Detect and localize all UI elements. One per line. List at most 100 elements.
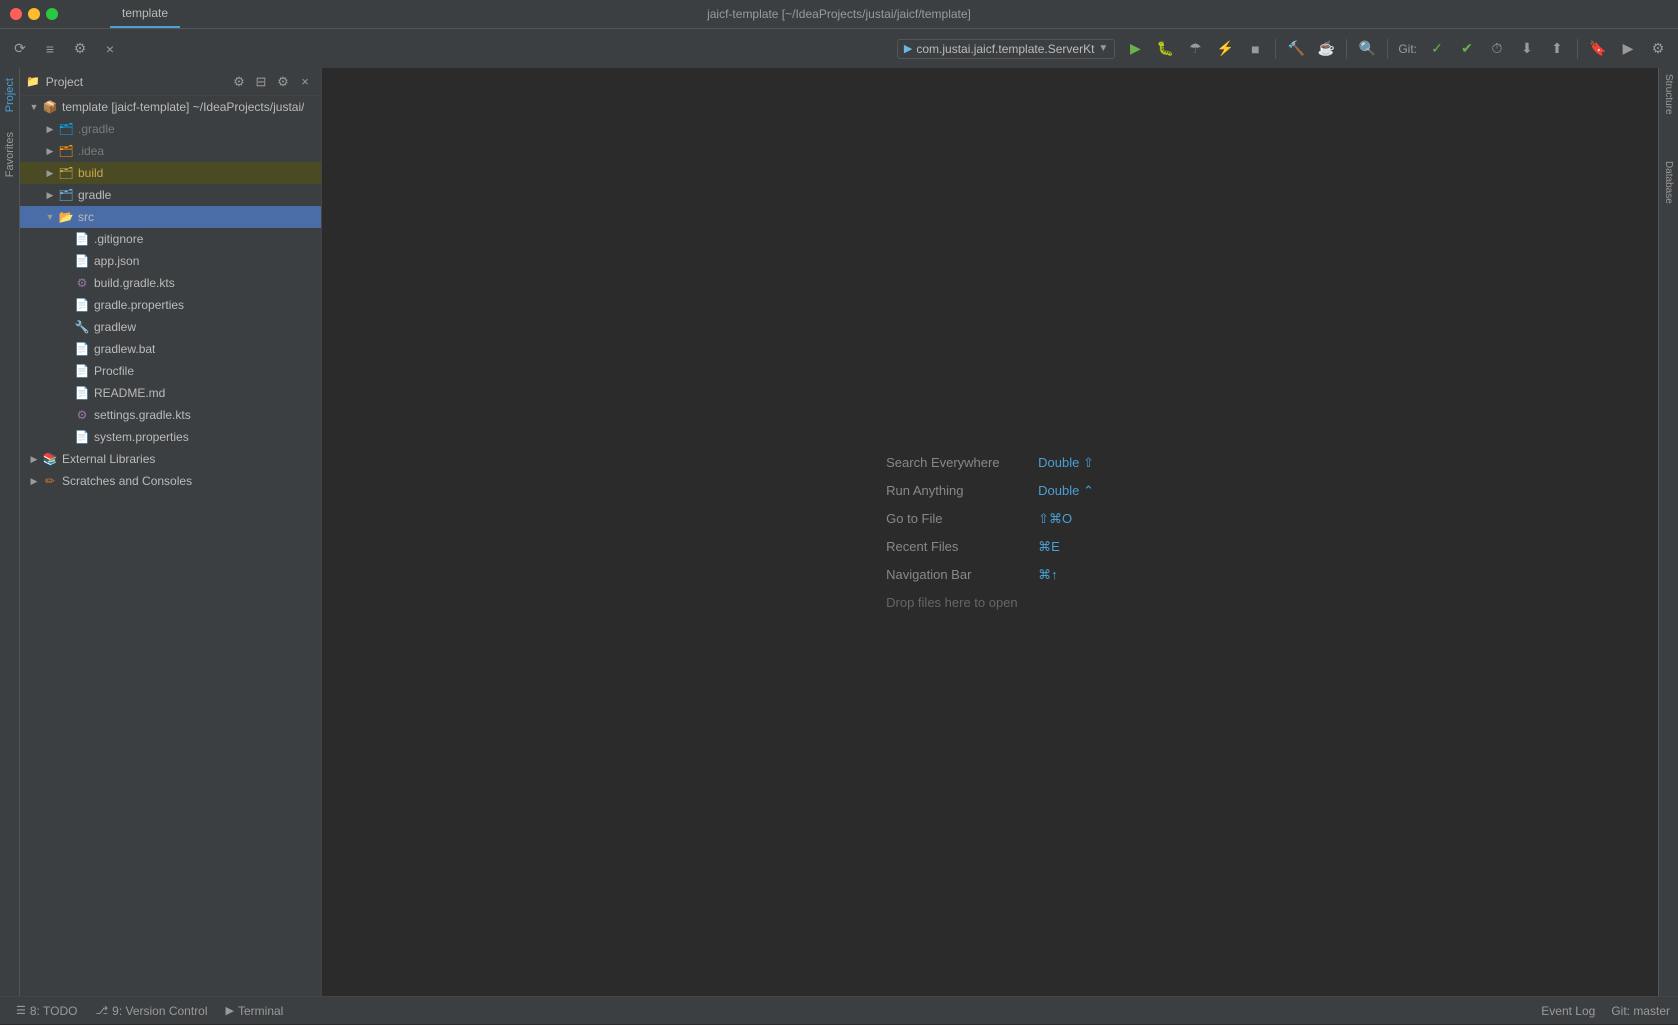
ext-libs-icon: 📚: [42, 451, 58, 467]
gradlew-icon: 🔧: [74, 319, 90, 335]
tree-idea[interactable]: ▶ 🗂 .idea: [20, 140, 321, 162]
tree-gradle-props[interactable]: 📄 gradle.properties: [20, 294, 321, 316]
tree-readme[interactable]: 📄 README.md: [20, 382, 321, 404]
search-everywhere-btn[interactable]: 🔍: [1353, 35, 1381, 63]
terminal-icon: ▶: [226, 1004, 234, 1017]
tree-build-gradle[interactable]: ⚙ build.gradle.kts: [20, 272, 321, 294]
run-config-selector[interactable]: ▶ com.justai.jaicf.template.ServerKt ▼: [897, 39, 1115, 59]
todo-icon: ☰: [16, 1004, 26, 1017]
run-config-label: com.justai.jaicf.template.ServerKt: [916, 42, 1094, 56]
git-update[interactable]: ⬇: [1513, 35, 1541, 63]
tree-system-props[interactable]: 📄 system.properties: [20, 426, 321, 448]
git-status-label[interactable]: Git: master: [1611, 1004, 1670, 1018]
stop-button[interactable]: ■: [1241, 35, 1269, 63]
settings-icon[interactable]: ⚙: [66, 35, 94, 63]
git-history[interactable]: ⏱: [1483, 35, 1511, 63]
bottom-tab-todo[interactable]: ☰ 8: TODO: [8, 997, 85, 1025]
sidebar-tab-project[interactable]: Project: [2, 68, 18, 122]
editor-area: Search Everywhere Double ⇧ Run Anything …: [322, 68, 1658, 996]
tree-gitignore[interactable]: 📄 .gitignore: [20, 228, 321, 250]
ext-libs-label: External Libraries: [62, 452, 155, 466]
build-button[interactable]: 🔨: [1282, 35, 1310, 63]
sync-icon[interactable]: ⟳: [6, 35, 34, 63]
toolbar-sep-2: [1346, 39, 1347, 59]
ext-libs-arrow: ▶: [26, 454, 42, 465]
right-sidebar: Structure Database: [1658, 68, 1678, 996]
tree-settings-gradle[interactable]: ⚙ settings.gradle.kts: [20, 404, 321, 426]
tree-src[interactable]: ▼ 📂 src: [20, 206, 321, 228]
scratches-icon: ✏: [42, 473, 58, 489]
run-button[interactable]: ▶: [1121, 35, 1149, 63]
git-tick[interactable]: ✔: [1453, 35, 1481, 63]
gradle-label: .gradle: [78, 122, 115, 136]
system-props-icon: 📄: [74, 429, 90, 445]
goto-label: Go to File: [886, 511, 1026, 526]
tree-gradle[interactable]: ▶ 🗂 gradle: [20, 184, 321, 206]
git-push[interactable]: ⬆: [1543, 35, 1571, 63]
settings-gradle-icon: ⚙: [74, 407, 90, 423]
window-controls: [10, 8, 58, 20]
gradle-dir-label: gradle: [78, 188, 111, 202]
shortcut-drop: Drop files here to open: [886, 595, 1026, 610]
gitignore-icon: 📄: [74, 231, 90, 247]
tree-gradle-hidden[interactable]: ▶ 🗂 .gradle: [20, 118, 321, 140]
close-button[interactable]: [10, 8, 22, 20]
main-area: Project Favorites 📁 Project ⚙ ⊟ ⚙ × ▼ 📦 …: [0, 68, 1678, 996]
tree-build[interactable]: ▶ 🗂 build: [20, 162, 321, 184]
panel-settings-icon[interactable]: ⚙: [229, 72, 249, 92]
project-tree[interactable]: ▼ 📦 template [jaicf-template] ~/IdeaProj…: [20, 96, 321, 996]
bottom-tab-vcs[interactable]: ⎇ 9: Version Control: [87, 997, 215, 1025]
shortcut-run: Run Anything Double ⌃: [886, 483, 1094, 499]
tree-procfile[interactable]: 📄 Procfile: [20, 360, 321, 382]
bottom-tab-terminal[interactable]: ▶ Terminal: [218, 997, 292, 1025]
panel-gear-icon[interactable]: ⚙: [273, 72, 293, 92]
git-label: Git:: [1398, 42, 1417, 56]
drop-label: Drop files here to open: [886, 595, 1026, 610]
tree-scratches[interactable]: ▶ ✏ Scratches and Consoles: [20, 470, 321, 492]
settings-main[interactable]: ⚙: [1644, 35, 1672, 63]
tree-external-libs[interactable]: ▶ 📚 External Libraries: [20, 448, 321, 470]
src-label: src: [78, 210, 94, 224]
build-label: build: [78, 166, 103, 180]
tree-gradlew-bat[interactable]: 📄 gradlew.bat: [20, 338, 321, 360]
procfile-icon: 📄: [74, 363, 90, 379]
panel-hide-icon[interactable]: ×: [295, 72, 315, 92]
src-arrow: ▼: [42, 212, 58, 222]
debug-button[interactable]: 🐛: [1151, 35, 1179, 63]
vcs-label: 9: Version Control: [112, 1004, 207, 1018]
search-label: Search Everywhere: [886, 455, 1026, 470]
maximize-button[interactable]: [46, 8, 58, 20]
readme-label: README.md: [94, 386, 165, 400]
profile-button[interactable]: ⚡: [1211, 35, 1239, 63]
sdk-button[interactable]: ☕: [1312, 35, 1340, 63]
right-tab-structure[interactable]: Structure: [1655, 72, 1678, 91]
tree-gradlew[interactable]: 🔧 gradlew: [20, 316, 321, 338]
gitignore-label: .gitignore: [94, 232, 143, 246]
settings-gradle-label: settings.gradle.kts: [94, 408, 191, 422]
run-config-arrow: ▼: [1098, 43, 1108, 54]
procfile-label: Procfile: [94, 364, 134, 378]
coverage-button[interactable]: ☂: [1181, 35, 1209, 63]
collapse-all-icon[interactable]: ≡: [36, 35, 64, 63]
git-checkmark[interactable]: ✓: [1423, 35, 1451, 63]
tree-root[interactable]: ▼ 📦 template [jaicf-template] ~/IdeaProj…: [20, 96, 321, 118]
tab-template[interactable]: template: [110, 0, 180, 28]
build-arrow: ▶: [42, 168, 58, 179]
bottom-toolbar: ☰ 8: TODO ⎇ 9: Version Control ▶ Termina…: [0, 996, 1678, 1024]
right-tab-database[interactable]: Database: [1655, 159, 1678, 178]
toolbar-sep-4: [1577, 39, 1578, 59]
bookmark-icon[interactable]: 🔖: [1584, 35, 1612, 63]
src-folder-icon: 📂: [58, 209, 74, 225]
readme-icon: 📄: [74, 385, 90, 401]
run-manager[interactable]: ▶: [1614, 35, 1642, 63]
minimize-button[interactable]: [28, 8, 40, 20]
toolbar-sep-3: [1387, 39, 1388, 59]
event-log-label[interactable]: Event Log: [1541, 1004, 1595, 1018]
root-arrow: ▼: [26, 102, 42, 112]
run-key: Double ⌃: [1038, 483, 1094, 499]
window-title: jaicf-template [~/IdeaProjects/justai/ja…: [707, 7, 971, 21]
panel-collapse-icon[interactable]: ⊟: [251, 72, 271, 92]
close-panel-icon[interactable]: ×: [96, 35, 124, 63]
sidebar-tab-favorites[interactable]: Favorites: [2, 122, 18, 187]
tree-appjson[interactable]: 📄 app.json: [20, 250, 321, 272]
